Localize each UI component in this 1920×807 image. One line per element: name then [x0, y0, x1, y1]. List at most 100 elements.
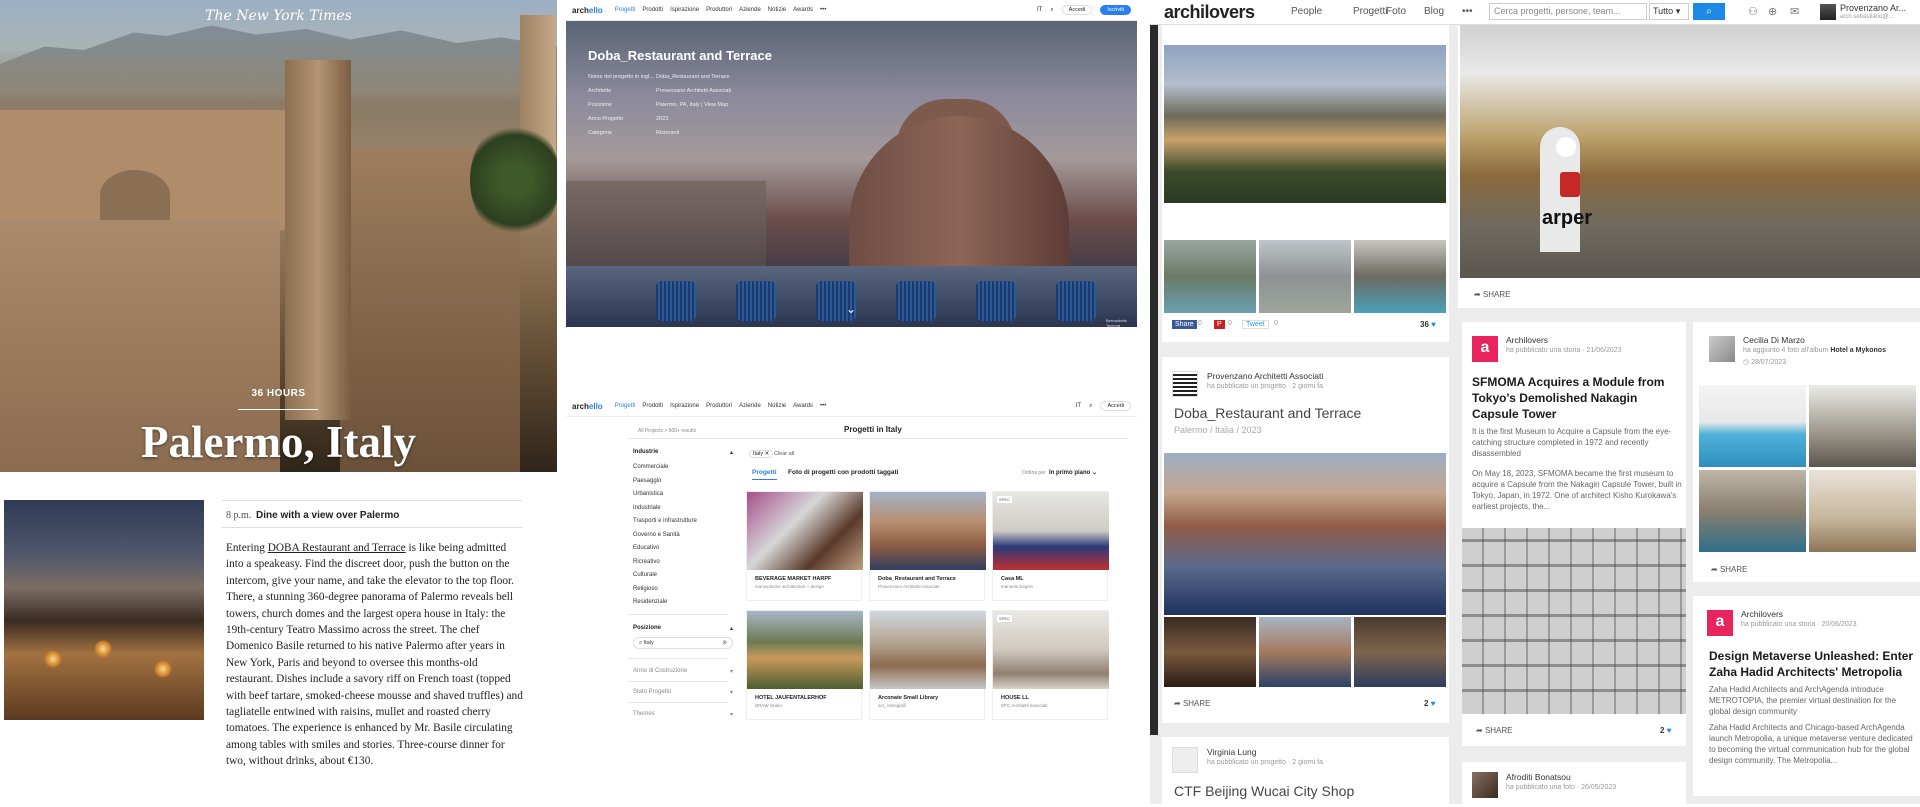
album-photo[interactable] — [1809, 385, 1916, 467]
like-count[interactable]: 2 ♥ — [1660, 726, 1671, 735]
avatar[interactable] — [1172, 371, 1198, 397]
author-name[interactable]: Archilovers — [1506, 335, 1548, 345]
tweet-button[interactable]: Tweet — [1242, 320, 1269, 329]
nav-prodotti[interactable]: Prodotti — [642, 7, 663, 13]
chevron-up-icon[interactable]: ▴ — [730, 625, 733, 632]
filter-industry-item[interactable]: Culturale — [633, 572, 657, 578]
filter-industry-item[interactable]: Religioso — [633, 586, 658, 592]
nav-blog[interactable]: Blog — [1424, 6, 1444, 17]
message-icon[interactable]: ✉ — [1790, 5, 1799, 18]
nav-aziende[interactable]: Aziende — [739, 7, 761, 13]
project-thumb[interactable] — [1354, 617, 1446, 687]
archilovers-logo[interactable]: archilovers — [1164, 2, 1255, 23]
search-input[interactable]: Cerca progetti, persone, team... — [1489, 3, 1647, 20]
project-thumb[interactable] — [1164, 240, 1256, 313]
restaurant-link[interactable]: DOBA Restaurant and Terrace — [268, 542, 406, 554]
clear-icon[interactable]: ⊗ — [722, 640, 727, 646]
breadcrumb[interactable]: All Projects > 600+ results — [638, 428, 696, 434]
nav-ispirazione[interactable]: Ispirazione — [670, 403, 699, 409]
filter-industry-header[interactable]: Industrie — [633, 449, 658, 455]
signup-button[interactable]: Iscriviti — [1100, 5, 1131, 15]
author-name[interactable]: Cecilia Di Marzo — [1743, 335, 1805, 345]
nav-aziende[interactable]: Aziende — [739, 403, 761, 409]
author-name[interactable]: Archilovers — [1741, 609, 1783, 619]
filter-industry-item[interactable]: Governo e Sanità — [633, 532, 680, 538]
language-switch[interactable]: IT — [1037, 7, 1042, 13]
location-link[interactable]: Palermo, PA, Italy | View Map — [656, 102, 728, 108]
pinterest-icon[interactable]: P — [1214, 320, 1225, 329]
avatar[interactable] — [1709, 336, 1735, 362]
nav-produttori[interactable]: Produttori — [706, 403, 732, 409]
nav-people[interactable]: People — [1291, 6, 1322, 17]
filter-themes[interactable]: Themes — [633, 711, 655, 717]
chevron-down-icon[interactable]: ▾ — [730, 668, 733, 675]
nav-ispirazione[interactable]: Ispirazione — [670, 7, 699, 13]
chevron-down-icon[interactable]: ⌄ — [846, 302, 856, 316]
album-photo[interactable] — [1699, 470, 1806, 552]
filter-industry-item[interactable]: Commerciale — [633, 464, 668, 470]
author-name[interactable]: Provenzano Architetti Associati — [1207, 371, 1323, 381]
archello-logo[interactable]: archello — [572, 402, 603, 411]
sort-select[interactable]: In primo piano ⌄ — [1049, 469, 1097, 476]
nav-progetti[interactable]: Progetti — [615, 7, 636, 13]
project-card[interactable]: SPEC HOUSE LL DFC Architetti associati — [992, 610, 1109, 720]
avatar[interactable] — [1472, 772, 1498, 798]
clear-all-link[interactable]: Clear all — [774, 451, 794, 457]
archello-logo[interactable]: archello — [572, 6, 603, 15]
avatar[interactable] — [1820, 4, 1836, 20]
people-icon[interactable]: ⚇ — [1748, 5, 1758, 18]
nav-notizie[interactable]: Notizie — [768, 403, 786, 409]
chevron-up-icon[interactable]: ▴ — [730, 449, 733, 456]
archilovers-logo[interactable]: a — [1472, 336, 1498, 362]
nyt-logo[interactable]: The New York Times — [0, 8, 557, 24]
filter-industry-item[interactable]: Urbanistica — [633, 491, 663, 497]
login-button[interactable]: Accedi — [1061, 5, 1093, 15]
nav-progetti[interactable]: Progetti — [1353, 6, 1387, 17]
chevron-down-icon[interactable]: ▾ — [730, 711, 733, 718]
tab-projects[interactable]: Progetti — [752, 469, 777, 480]
album-photo[interactable] — [1809, 470, 1916, 552]
filter-chip[interactable]: Italy ✕ — [749, 450, 774, 458]
nav-awards[interactable]: Awards — [793, 403, 813, 409]
project-card[interactable]: HOTEL JAUFENTALERHOF DRAW studio — [746, 610, 863, 720]
story-title[interactable]: SFMOMA Acquires a Module from Tokyo's De… — [1472, 374, 1682, 422]
project-photo[interactable] — [1164, 45, 1446, 203]
filter-position-header[interactable]: Posizione — [633, 625, 661, 631]
position-search-input[interactable]: ⌕ Italy ⊗ — [633, 637, 733, 649]
globe-icon[interactable]: ⊕ — [1768, 5, 1777, 18]
search-scope-select[interactable]: Tutto ▾ — [1649, 3, 1689, 20]
category-link[interactable]: Ristoranti — [656, 130, 679, 136]
chevron-down-icon[interactable]: ▾ — [730, 689, 733, 696]
filter-year[interactable]: Anno di Costruzione — [633, 668, 687, 674]
story-photo[interactable] — [1462, 528, 1686, 714]
author-name[interactable]: Afroditi Bonatsou — [1506, 772, 1571, 782]
architect-link[interactable]: Provenzano Architetti Associati — [656, 88, 731, 94]
project-title[interactable]: Doba_Restaurant and Terrace — [1174, 405, 1361, 421]
nav-foto[interactable]: Foto — [1386, 6, 1406, 17]
like-count[interactable]: 2 ♥ — [1424, 699, 1435, 708]
brand-photo[interactable]: arper — [1460, 22, 1920, 278]
facebook-share-button[interactable]: Share — [1172, 320, 1197, 329]
project-thumb[interactable] — [1259, 240, 1351, 313]
search-button[interactable]: ⌕ — [1693, 3, 1725, 20]
nav-notizie[interactable]: Notizie — [768, 7, 786, 13]
tab-tagged-photos[interactable]: Foto di progetti con prodotti taggati — [788, 469, 898, 476]
share-button[interactable]: ➦ SHARE — [1711, 565, 1748, 574]
more-icon[interactable]: ••• — [1462, 6, 1473, 17]
project-photo[interactable] — [1164, 453, 1446, 615]
project-card[interactable]: Arconate Small Library act_romegialli — [869, 610, 986, 720]
user-name[interactable]: Provenzano Ar... — [1840, 3, 1906, 13]
project-thumb[interactable] — [1354, 240, 1446, 313]
archilovers-logo[interactable]: a — [1707, 610, 1733, 636]
nav-prodotti[interactable]: Prodotti — [642, 403, 663, 409]
more-icon[interactable]: ••• — [820, 403, 826, 409]
album-photo[interactable] — [1699, 385, 1806, 467]
filter-industry-item[interactable]: Educativo — [633, 545, 659, 551]
project-card[interactable]: BEVERAGE MARKET HARPF monovolume architec… — [746, 491, 863, 601]
project-card[interactable]: Doba_Restaurant and Terrace Provenzano Ar… — [869, 491, 986, 601]
search-icon[interactable]: ⌕ — [1089, 403, 1092, 410]
album-link[interactable]: Hotel a Mykonos — [1830, 347, 1886, 354]
avatar[interactable] — [1172, 747, 1198, 773]
project-title[interactable]: CTF Beijing Wucai City Shop — [1174, 783, 1354, 799]
share-button[interactable]: ➦ SHARE — [1174, 699, 1211, 708]
